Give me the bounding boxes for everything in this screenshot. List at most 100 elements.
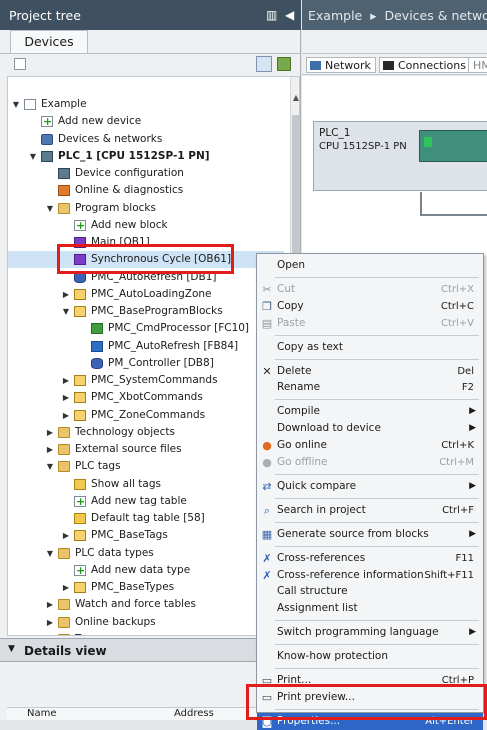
menu-item-label: Go offline [277, 456, 328, 468]
menu-item-shortcut: Ctrl+X [440, 283, 474, 295]
tree-item-tech-objects[interactable]: ▶ Technology objects [8, 424, 284, 441]
menu-item-copy-as-text[interactable]: Copy as text [257, 339, 483, 356]
tree-item-watch-force[interactable]: ▶ Watch and force tables [8, 596, 284, 613]
menu-item-compile[interactable]: Compile ▶ [257, 403, 483, 420]
tree-item-device-config[interactable]: Device configuration [8, 165, 284, 182]
export-icon[interactable] [277, 57, 291, 71]
collapse-arrow-icon[interactable]: ▼ [61, 303, 71, 320]
plc-device[interactable]: PLC_1 CPU 1512SP-1 PN [313, 121, 487, 191]
tree-item-default-tag-table[interactable]: Default tag table [58] [8, 510, 284, 527]
expand-arrow-icon[interactable]: ▶ [45, 614, 55, 631]
collapse-arrow-icon[interactable]: ▼ [28, 148, 38, 165]
menu-item-cross-ref[interactable]: ✗ Cross-references F11 [257, 550, 483, 567]
tree-item-add-device[interactable]: Add new device [8, 113, 284, 130]
tree-item-pmc-autorefresh-fb[interactable]: PMC_AutoRefresh [FB84] [8, 338, 284, 355]
menu-item-download[interactable]: Download to device ▶ [257, 420, 483, 437]
menu-item-rename[interactable]: Rename F2 [257, 379, 483, 396]
menu-separator [275, 668, 479, 669]
tab-network[interactable]: Network [306, 57, 376, 73]
menu-item-shortcut: F11 [455, 552, 474, 564]
menu-item-paste[interactable]: ▤ Paste Ctrl+V [257, 315, 483, 332]
add-icon [74, 217, 86, 234]
menu-item-label: Go online [277, 439, 327, 452]
menu-item-copy[interactable]: ❐ Copy Ctrl+C [257, 298, 483, 315]
tree-item-add-tag-table[interactable]: Add new tag table [8, 493, 284, 510]
menu-item-label: Cross-references [277, 551, 366, 564]
tree-item-pmc-xbot[interactable]: ▶ PMC_XbotCommands [8, 389, 284, 406]
menu-separator [275, 399, 479, 401]
expand-arrow-icon[interactable]: ▶ [61, 389, 71, 406]
menu-item-go-offline[interactable]: ● Go offline Ctrl+M [257, 454, 483, 471]
tree-item-example[interactable]: ▼ Example [8, 96, 284, 113]
tree-item-plc-data-types[interactable]: ▼ PLC data types [8, 545, 284, 562]
tree-item-add-block[interactable]: Add new block [8, 217, 284, 234]
collapse-arrow-icon[interactable]: ▼ [45, 458, 55, 475]
collapse-left-icon[interactable]: ◀ [285, 8, 294, 22]
menu-item-switch-lang[interactable]: Switch programming language ▶ [257, 624, 483, 641]
tree-item-program-blocks[interactable]: ▼ Program blocks [8, 200, 284, 217]
menu-item-shortcut: Ctrl+K [441, 440, 474, 452]
overview-icon[interactable] [14, 58, 26, 70]
tree-item-pmc-baseprog[interactable]: ▼ PMC_BaseProgramBlocks [8, 303, 284, 320]
menu-item-gen-source[interactable]: ▦ Generate source from blocks ▶ [257, 526, 483, 543]
menu-item-cross-ref-info[interactable]: ✗ Cross-reference information Shift+F11 [257, 567, 483, 584]
expand-arrow-icon[interactable]: ▶ [61, 579, 71, 596]
tree-item-devices-networks[interactable]: Devices & networks [8, 131, 284, 148]
expand-arrow-icon[interactable]: ▶ [61, 286, 71, 303]
collapse-arrow-icon[interactable]: ▼ [11, 96, 21, 113]
tree-item-pmc-autoloading[interactable]: ▶ PMC_AutoLoadingZone [8, 286, 284, 303]
tree-item-plc-tags[interactable]: ▼ PLC tags [8, 458, 284, 475]
menu-item-delete[interactable]: ✕ Delete Del [257, 363, 483, 380]
expand-arrow-icon[interactable]: ▶ [61, 527, 71, 544]
menu-item-assignment-list[interactable]: Assignment list [257, 600, 483, 617]
tab-devices[interactable]: Devices [10, 30, 88, 54]
tree-item-pmc-basetypes[interactable]: ▶ PMC_BaseTypes [8, 579, 284, 596]
tag-icon [74, 513, 86, 524]
tree-item-pmc-basetags[interactable]: ▶ PMC_BaseTags [8, 527, 284, 544]
expand-arrow-icon[interactable]: ▶ [45, 596, 55, 613]
column-name[interactable]: Name [27, 708, 57, 719]
tree-item-pmc-cmdproc[interactable]: PMC_CmdProcessor [FC10] [8, 320, 284, 337]
list-view-icon[interactable] [256, 56, 272, 72]
expand-arrow-icon[interactable]: ▶ [61, 372, 71, 389]
collapse-arrow-icon[interactable]: ▼ [45, 545, 55, 562]
menu-item-knowhow[interactable]: Know-how protection [257, 648, 483, 665]
expand-arrow-icon[interactable]: ▶ [45, 441, 55, 458]
tree-item-pmc-zone[interactable]: ▶ PMC_ZoneCommands [8, 407, 284, 424]
chevron-down-icon[interactable]: ▼ [8, 644, 15, 654]
breadcrumb-project[interactable]: Example [308, 8, 362, 23]
tab-hmi[interactable]: HM [468, 57, 487, 73]
scroll-up-icon[interactable]: ▲ [291, 93, 299, 102]
tree-item-plc1[interactable]: ▼ PLC_1 [CPU 1512SP-1 PN] [8, 148, 284, 165]
menu-separator [275, 334, 479, 336]
tree-item-traces[interactable]: ▶ Traces [8, 631, 284, 636]
menu-item-open[interactable]: Open [257, 257, 483, 274]
menu-item-label: Rename [277, 381, 321, 394]
tree-item-add-data-type[interactable]: Add new data type [8, 562, 284, 579]
tree-item-pm-controller[interactable]: PM_Controller [DB8] [8, 355, 284, 372]
split-view-icon[interactable]: ▥ [266, 8, 277, 22]
menu-item-quick-compare[interactable]: ⇄ Quick compare ▶ [257, 478, 483, 495]
folder-icon [58, 444, 70, 455]
menu-separator [275, 358, 479, 360]
tab-connections[interactable]: Connections [379, 57, 471, 73]
menu-item-call-structure[interactable]: Call structure [257, 583, 483, 600]
tree-item-online-diag[interactable]: Online & diagnostics [8, 182, 284, 199]
fc-icon [91, 323, 103, 335]
collapse-arrow-icon[interactable]: ▼ [45, 200, 55, 217]
menu-item-cut[interactable]: ✂ Cut Ctrl+X [257, 281, 483, 298]
expand-arrow-icon[interactable]: ▶ [45, 424, 55, 441]
breadcrumb-devices-networks[interactable]: Devices & network [384, 8, 487, 23]
breadcrumb-separator-icon: ▸ [370, 8, 377, 23]
expand-arrow-icon[interactable]: ▶ [45, 631, 55, 636]
column-address[interactable]: Address [174, 708, 214, 719]
highlight-box-selected-block [57, 244, 234, 274]
tree-item-show-all-tags[interactable]: Show all tags [8, 476, 284, 493]
menu-item-go-online[interactable]: ● Go online Ctrl+K [257, 437, 483, 454]
scroll-thumb[interactable] [292, 115, 299, 265]
expand-arrow-icon[interactable]: ▶ [61, 407, 71, 424]
tree-item-ext-source[interactable]: ▶ External source files [8, 441, 284, 458]
tree-item-online-backups[interactable]: ▶ Online backups [8, 614, 284, 631]
menu-item-search-project[interactable]: ⌕ Search in project Ctrl+F [257, 502, 483, 519]
tree-item-pmc-syscmd[interactable]: ▶ PMC_SystemCommands [8, 372, 284, 389]
